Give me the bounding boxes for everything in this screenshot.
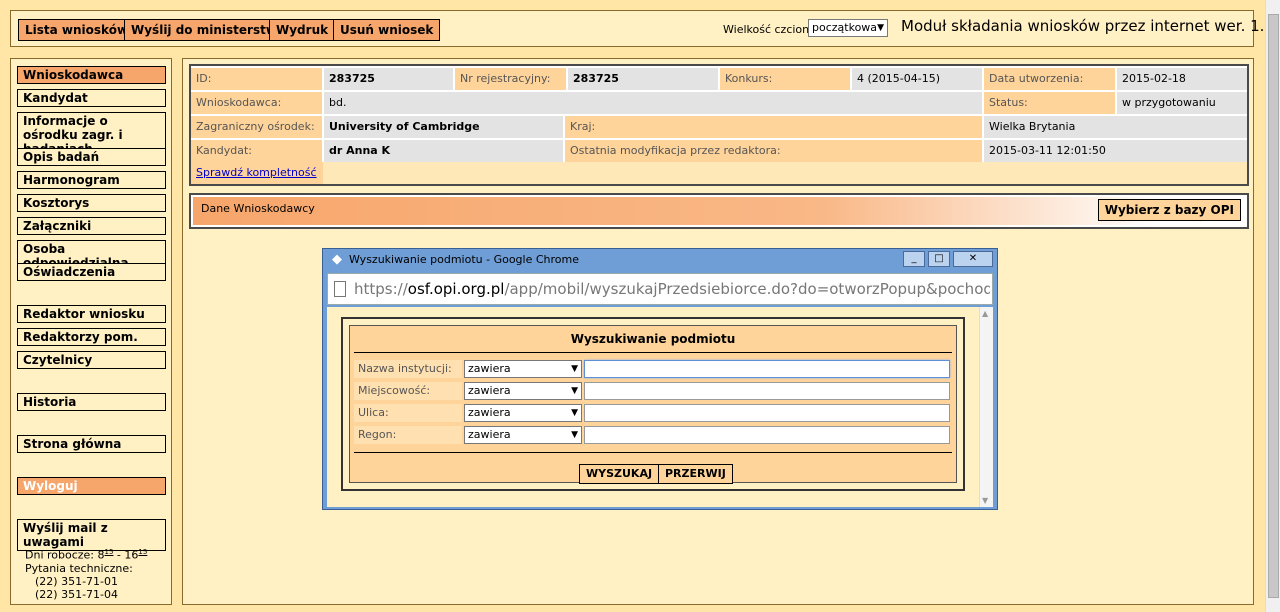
- working-hours: Dni robocze: 815 - 1615: [25, 548, 148, 562]
- sidebar: Wnioskodawca Kandydat Informacje o ośrod…: [10, 58, 172, 605]
- popup-titlebar[interactable]: ◆ Wyszukiwanie podmiotu - Google Chrome …: [323, 249, 997, 271]
- page-icon: [334, 281, 346, 297]
- popup-body: Wyszukiwanie podmiotu Nazwa instytucji: …: [327, 307, 993, 507]
- sidebar-item-attachments[interactable]: Załączniki: [17, 217, 166, 235]
- section-title: Dane Wnioskodawcy: [201, 202, 315, 215]
- section-header-background: [193, 197, 1245, 225]
- status-value: w przygotowaniu: [1117, 92, 1247, 114]
- tech-questions-label: Pytania techniczne:: [25, 561, 133, 575]
- top-toolbar: Lista wniosków Wyślij do ministerstwa Wy…: [10, 10, 1274, 47]
- contest-value: 4 (2015-04-15): [852, 68, 982, 90]
- chevron-down-icon: ▼: [877, 23, 884, 33]
- city-label: Miejscowość:: [354, 382, 462, 400]
- sidebar-item-readers[interactable]: Czytelnicy: [17, 351, 166, 369]
- institution-operator-select[interactable]: zawiera ▼: [464, 360, 582, 378]
- logout-button[interactable]: Wyloguj: [17, 477, 166, 495]
- contest-label: Konkurs:: [720, 68, 850, 90]
- cancel-button[interactable]: PRZERWIJ: [658, 464, 733, 484]
- phone-number: (22) 351-71-01: [35, 574, 119, 588]
- search-row-regon: Regon: zawiera ▼: [354, 426, 952, 444]
- pick-from-opi-button[interactable]: Wybierz z bazy OPI: [1097, 199, 1241, 221]
- popup-title: Wyszukiwanie podmiotu - Google Chrome: [349, 253, 580, 266]
- sidebar-item-home[interactable]: Strona główna: [17, 435, 166, 453]
- chevron-down-icon: ▼: [571, 430, 578, 440]
- scroll-up-icon[interactable]: ▲: [982, 309, 988, 318]
- registration-number-value: 283725: [568, 68, 718, 90]
- city-operator-select[interactable]: zawiera ▼: [464, 382, 582, 400]
- application-info-panel: ID: 283725 Nr rejestracyjny: 283725 Konk…: [189, 64, 1249, 186]
- id-value: 283725: [324, 68, 453, 90]
- sidebar-item-candidate[interactable]: Kandydat: [17, 89, 166, 107]
- minimize-icon[interactable]: _: [903, 251, 925, 267]
- country-value: Wielka Brytania: [984, 116, 1247, 138]
- institution-name-input[interactable]: [584, 360, 950, 378]
- candidate-label: Kandydat:: [191, 140, 322, 162]
- last-modified-label: Ostatnia modyfikacja przez redaktora:: [565, 140, 982, 162]
- street-label: Ulica:: [354, 404, 462, 422]
- completeness-row-filler: [323, 162, 1247, 184]
- sidebar-item-application-editor[interactable]: Redaktor wniosku: [17, 305, 166, 323]
- divider: [354, 352, 952, 353]
- page-scrollbar[interactable]: [1265, 0, 1280, 612]
- divider: [354, 452, 952, 453]
- phone-number: (22) 351-71-04: [35, 587, 119, 601]
- send-to-ministry-button[interactable]: Wyślij do ministerstwa: [124, 19, 293, 41]
- created-date-value: 2015-02-18: [1117, 68, 1247, 90]
- delete-application-button[interactable]: Usuń wniosek: [333, 19, 441, 41]
- status-label: Status:: [984, 92, 1115, 114]
- print-button[interactable]: Wydruk: [269, 19, 336, 41]
- search-form-inner: Wyszukiwanie podmiotu Nazwa instytucji: …: [349, 325, 957, 484]
- registration-number-label: Nr rejestracyjny:: [455, 68, 566, 90]
- search-row-street: Ulica: zawiera ▼: [354, 404, 952, 422]
- scroll-down-icon[interactable]: ▼: [982, 496, 988, 505]
- sidebar-item-budget[interactable]: Kosztorys: [17, 194, 166, 212]
- font-size-value: początkowa: [812, 21, 878, 34]
- support-hours: Dni robocze: 815 - 1615 Pytania technicz…: [25, 546, 147, 601]
- applicant-label: Wnioskodawca:: [191, 92, 322, 114]
- country-label: Kraj:: [565, 116, 982, 138]
- scrollbar-thumb[interactable]: [1268, 14, 1279, 598]
- chevron-down-icon: ▼: [571, 408, 578, 418]
- search-popup-window: ◆ Wyszukiwanie podmiotu - Google Chrome …: [322, 248, 998, 510]
- applicant-value: bd.: [324, 92, 982, 114]
- last-modified-value: 2015-03-11 12:01:50: [984, 140, 1247, 162]
- candidate-value: dr Anna K: [324, 140, 563, 162]
- popup-scrollbar[interactable]: ▲ ▼: [979, 307, 993, 507]
- city-input[interactable]: [584, 382, 950, 400]
- check-completeness-link[interactable]: Sprawdź kompletność: [196, 162, 317, 184]
- search-button[interactable]: WYSZUKAJ: [579, 464, 660, 484]
- institution-label: Nazwa instytucji:: [354, 360, 462, 378]
- regon-input[interactable]: [584, 426, 950, 444]
- url-text: https://osf.opi.org.pl/app/mobil/wyszuka…: [354, 280, 990, 298]
- application-list-button[interactable]: Lista wniosków: [18, 19, 136, 41]
- foreign-center-label: Zagraniczny ośrodek:: [191, 116, 322, 138]
- street-input[interactable]: [584, 404, 950, 422]
- foreign-center-value: University of Cambridge: [324, 116, 563, 138]
- font-size-select[interactable]: początkowa ▼: [808, 19, 888, 37]
- id-label: ID:: [191, 68, 322, 90]
- sidebar-item-research-description[interactable]: Opis badań: [17, 148, 166, 166]
- regon-operator-select[interactable]: zawiera ▼: [464, 426, 582, 444]
- street-operator-select[interactable]: zawiera ▼: [464, 404, 582, 422]
- created-date-label: Data utworzenia:: [984, 68, 1115, 90]
- chrome-app-icon: ◆: [332, 252, 342, 267]
- close-icon[interactable]: ✕: [953, 251, 993, 267]
- sidebar-item-history[interactable]: Historia: [17, 393, 166, 411]
- address-bar[interactable]: https://osf.opi.org.pl/app/mobil/wyszuka…: [327, 273, 993, 305]
- search-form: Wyszukiwanie podmiotu Nazwa instytucji: …: [341, 317, 965, 491]
- completeness-row: Sprawdź kompletność: [191, 162, 1247, 184]
- search-form-title: Wyszukiwanie podmiotu: [570, 332, 736, 346]
- regon-label: Regon:: [354, 426, 462, 444]
- chevron-down-icon: ▼: [571, 364, 578, 374]
- sidebar-item-applicant[interactable]: Wnioskodawca: [17, 66, 166, 84]
- sidebar-item-assistant-editors[interactable]: Redaktorzy pom.: [17, 328, 166, 346]
- sidebar-item-schedule[interactable]: Harmonogram: [17, 171, 166, 189]
- section-header: Dane Wnioskodawcy Wybierz z bazy OPI: [189, 193, 1249, 229]
- sidebar-item-declarations[interactable]: Oświadczenia: [17, 263, 166, 281]
- maximize-icon[interactable]: □: [928, 251, 950, 267]
- search-row-city: Miejscowość: zawiera ▼: [354, 382, 952, 400]
- chevron-down-icon: ▼: [571, 386, 578, 396]
- search-row-institution: Nazwa instytucji: zawiera ▼: [354, 360, 952, 378]
- module-title: Moduł składania wniosków przez internet …: [901, 17, 1274, 35]
